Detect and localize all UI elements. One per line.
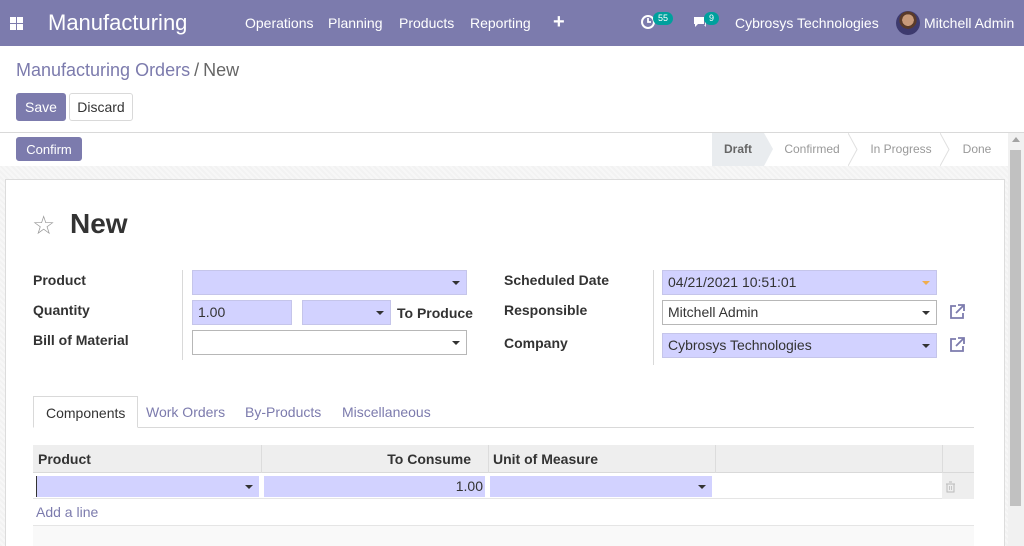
record-title: New (70, 208, 128, 239)
chevron-down-icon[interactable] (922, 311, 930, 315)
product-field[interactable] (192, 270, 467, 295)
save-button[interactable]: Save (16, 93, 66, 121)
chevron-down-icon[interactable] (452, 281, 460, 285)
company-switcher[interactable]: Cybrosys Technologies (735, 15, 879, 31)
tab-work-orders[interactable]: Work Orders (134, 396, 237, 428)
company-value: Cybrosys Technologies (668, 337, 812, 353)
table-header: Product To Consume Unit of Measure (33, 445, 974, 473)
company-label: Company (504, 335, 568, 351)
chevron-down-icon[interactable] (376, 311, 384, 315)
label-separator (182, 270, 183, 360)
scheduled-date-field[interactable]: 04/21/2021 10:51:01 (662, 270, 937, 295)
column-product[interactable]: Product (38, 445, 91, 473)
stage-chevron (940, 133, 950, 166)
confirm-button[interactable]: Confirm (16, 137, 82, 161)
user-avatar[interactable] (896, 11, 920, 35)
menu-products[interactable]: Products (399, 15, 454, 31)
apps-menu-icon[interactable] (10, 17, 23, 30)
tab-by-products[interactable]: By-Products (233, 396, 333, 428)
quantity-field[interactable]: 1.00 (192, 300, 292, 325)
responsible-field[interactable]: Mitchell Admin (662, 300, 937, 325)
user-menu[interactable]: Mitchell Admin (924, 15, 1014, 31)
chevron-down-icon[interactable] (922, 344, 930, 348)
uom-field[interactable] (302, 300, 391, 325)
breadcrumb-current: New (203, 60, 240, 80)
stage-confirmed[interactable]: Confirmed (776, 133, 848, 166)
column-to-consume[interactable]: To Consume (262, 445, 471, 473)
stage-draft[interactable]: Draft (712, 133, 764, 166)
external-link-icon[interactable] (948, 303, 966, 321)
breadcrumb: Manufacturing Orders / New (16, 60, 239, 81)
trash-icon[interactable] (945, 481, 956, 493)
chevron-down-icon[interactable] (922, 281, 930, 285)
menu-operations[interactable]: Operations (245, 15, 313, 31)
quantity-label: Quantity (33, 302, 90, 318)
responsible-label: Responsible (504, 302, 588, 318)
responsible-value: Mitchell Admin (668, 304, 759, 320)
breadcrumb-separator: / (194, 60, 200, 80)
messages-badge: 9 (704, 12, 720, 25)
priority-star-icon[interactable]: ☆ (32, 210, 55, 241)
bom-label: Bill of Material (33, 332, 129, 348)
table-footer (33, 525, 974, 546)
chevron-down-icon[interactable] (698, 485, 706, 489)
discard-button[interactable]: Discard (69, 93, 133, 121)
stage-in-progress[interactable]: In Progress (862, 133, 940, 166)
stage-arrow (764, 133, 773, 166)
column-separator (715, 445, 716, 473)
menu-reporting[interactable]: Reporting (470, 15, 531, 31)
table-row: 1.00 (33, 473, 974, 499)
column-unit-of-measure[interactable]: Unit of Measure (493, 445, 598, 473)
app-brand[interactable]: Manufacturing (48, 10, 187, 36)
tab-components[interactable]: Components (33, 396, 139, 428)
menu-planning[interactable]: Planning (328, 15, 383, 31)
activity-badge: 55 (653, 12, 674, 25)
bom-field[interactable] (192, 330, 467, 355)
status-bar: Confirm Draft Confirmed In Progress Done (0, 133, 1024, 166)
stage-done[interactable]: Done (954, 133, 1000, 166)
row-to-consume-input[interactable]: 1.00 (264, 476, 485, 497)
row-product-input[interactable] (36, 476, 259, 497)
column-separator (942, 445, 943, 473)
breadcrumb-parent[interactable]: Manufacturing Orders (16, 60, 190, 80)
column-separator (488, 445, 489, 473)
stage-chevron (848, 133, 858, 166)
plus-icon[interactable]: + (553, 11, 565, 34)
chevron-down-icon[interactable] (452, 341, 460, 345)
scroll-up-icon[interactable] (1012, 137, 1020, 142)
company-field[interactable]: Cybrosys Technologies (662, 333, 937, 358)
scrollbar-thumb[interactable] (1010, 150, 1021, 506)
scheduled-date-label: Scheduled Date (504, 272, 610, 288)
chevron-down-icon[interactable] (245, 485, 253, 489)
label-separator (653, 270, 654, 365)
top-navbar: Manufacturing Operations Planning Produc… (0, 0, 1024, 46)
to-produce-label: To Produce (397, 305, 473, 321)
scheduled-date-value: 04/21/2021 10:51:01 (668, 274, 797, 290)
row-uom-input[interactable] (490, 476, 712, 497)
product-label: Product (33, 272, 86, 288)
tab-miscellaneous[interactable]: Miscellaneous (330, 396, 443, 428)
external-link-icon[interactable] (948, 336, 966, 354)
add-line-link[interactable]: Add a line (36, 504, 98, 520)
